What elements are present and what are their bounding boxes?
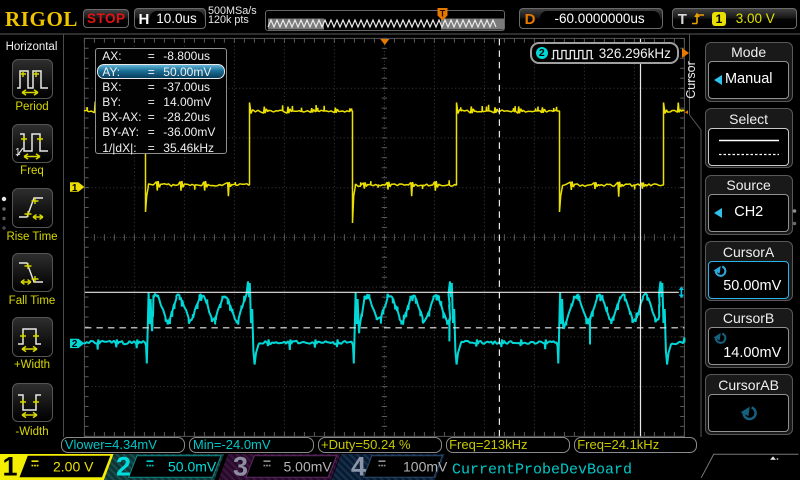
svg-text:100mV: 100mV <box>403 459 448 475</box>
svg-text:Cursor: Cursor <box>686 61 698 99</box>
svg-text:5.00mV: 5.00mV <box>284 459 333 475</box>
svg-text:T: T <box>440 9 446 19</box>
svg-text:1: 1 <box>72 183 78 194</box>
svg-text:2: 2 <box>72 339 78 350</box>
svg-text:2: 2 <box>116 453 131 480</box>
svg-text:1: 1 <box>3 453 18 480</box>
svg-text:CurrentProbeDevBoard: CurrentProbeDevBoard <box>452 462 632 479</box>
svg-text:3: 3 <box>233 453 248 480</box>
svg-text:50.0mV: 50.0mV <box>168 459 217 475</box>
svg-text:4: 4 <box>351 453 366 480</box>
svg-text:2.00 V: 2.00 V <box>53 459 94 475</box>
